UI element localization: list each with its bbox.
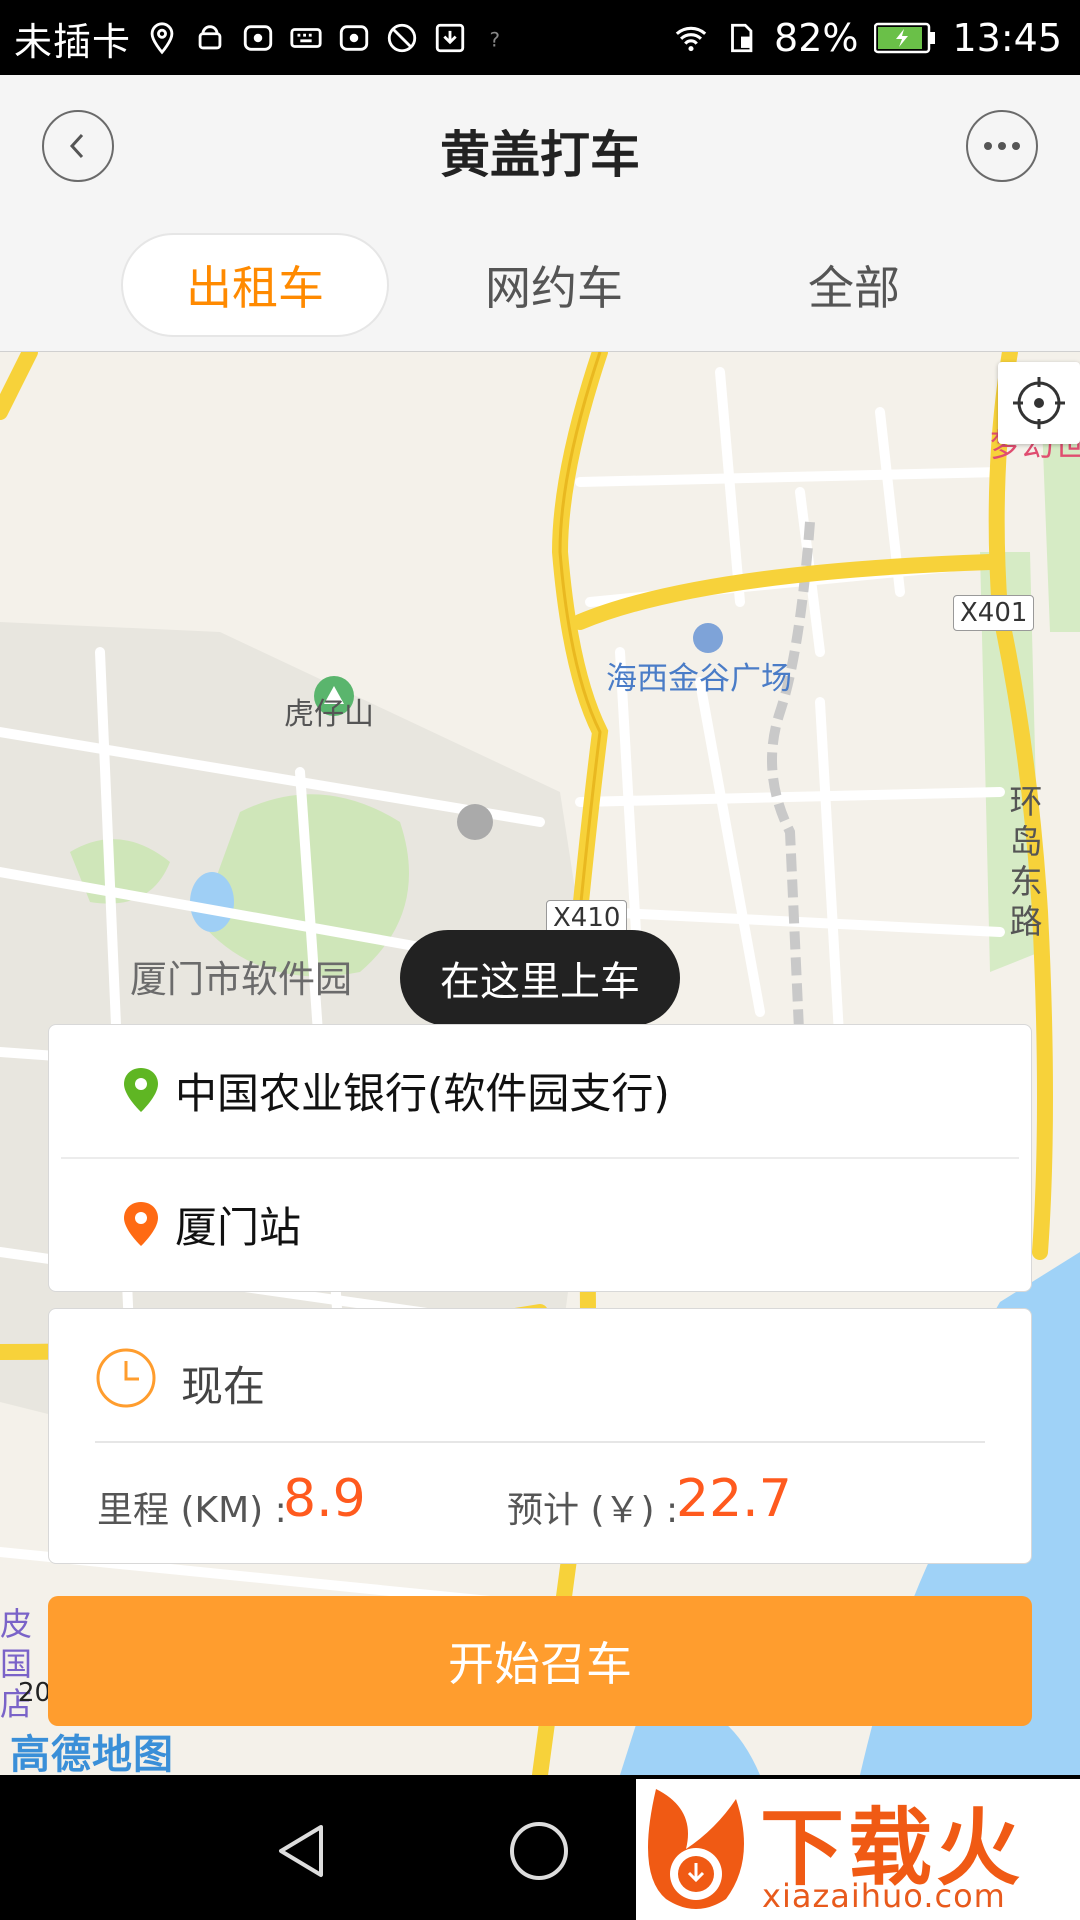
- system-nav-bar: 下载火 xiazaihuo.com: [0, 1775, 1080, 1920]
- pickup-here-bubble[interactable]: 在这里上车: [400, 930, 680, 1026]
- ride-type-tabs: 出租车 网约车 全部: [0, 219, 1080, 352]
- start-pin-icon: [124, 1068, 158, 1112]
- info-divider: [95, 1441, 985, 1443]
- location-icon: [145, 21, 179, 55]
- nav-home-button[interactable]: [499, 1811, 579, 1891]
- end-address-text: 厦门站: [175, 1202, 302, 1252]
- map-label-software-park: 厦门市软件园: [130, 958, 352, 1001]
- download-icon: [433, 21, 467, 55]
- distance-label: 里程 (KM) :: [97, 1490, 287, 1531]
- tab-all[interactable]: 全部: [720, 233, 988, 337]
- map-label-east-road: 环岛东路: [1009, 782, 1043, 941]
- locate-crosshair-icon: [1013, 377, 1065, 429]
- battery-icon: [874, 22, 936, 54]
- status-left: 未插卡 ?: [14, 12, 515, 64]
- tab-taxi[interactable]: 出租车: [121, 233, 389, 337]
- map-scale: 20: [18, 1678, 52, 1708]
- circle-home-icon: [510, 1822, 568, 1880]
- distance-value: 8.9: [283, 1469, 366, 1529]
- svg-text:?: ?: [490, 29, 501, 52]
- road-shield-x401: X401: [953, 595, 1035, 631]
- status-right: 82% 13:45: [674, 12, 1062, 64]
- carrier-text: 未插卡: [14, 19, 132, 64]
- page-title: 黄盖打车: [440, 126, 640, 184]
- fare-value: 22.7: [676, 1469, 792, 1529]
- wifi-question-icon: ?: [481, 21, 515, 55]
- triangle-back-icon: [279, 1825, 323, 1877]
- huawei-icon: [337, 21, 371, 55]
- sim-icon: [724, 21, 758, 55]
- keyboard-icon: [289, 21, 323, 55]
- huawei-icon: [241, 21, 275, 55]
- android-icon: [193, 21, 227, 55]
- start-address-row[interactable]: 中国农业银行(软件园支行): [49, 1025, 1031, 1155]
- watermark-url: xiazaihuo.com: [762, 1877, 1006, 1915]
- trip-info-card: 现在 里程 (KM) : 8.9 预计 (￥) : 22.7: [48, 1308, 1032, 1564]
- more-dots-icon: [984, 142, 1020, 150]
- map-provider-logo: 高德地图: [10, 1732, 174, 1775]
- fare-label: 预计 (￥) :: [507, 1490, 679, 1531]
- battery-percent: 82%: [774, 16, 859, 60]
- no-sim-icon: [385, 21, 419, 55]
- address-card: 中国农业银行(软件园支行) 厦门站: [48, 1024, 1032, 1292]
- locate-button[interactable]: [998, 362, 1080, 444]
- departure-time-row[interactable]: 现在: [49, 1309, 1031, 1441]
- status-bar: 未插卡 ? 82% 13:45: [0, 0, 1080, 75]
- wifi-icon: [674, 21, 708, 55]
- clock-icon: [96, 1348, 156, 1408]
- app-header: 黄盖打车: [0, 75, 1080, 219]
- clock-text: 13:45: [952, 16, 1062, 60]
- nav-back-button[interactable]: [261, 1811, 341, 1891]
- departure-time-text: 现在: [181, 1362, 266, 1411]
- end-pin-icon: [124, 1202, 158, 1246]
- watermark-overlay: 下载火 xiazaihuo.com: [636, 1779, 1080, 1920]
- map-label-park: 虎仔山: [284, 697, 374, 732]
- start-call-button[interactable]: 开始召车: [48, 1596, 1032, 1726]
- flame-logo-icon: [648, 1789, 744, 1909]
- map-label-plaza: 海西金谷广场: [606, 661, 792, 697]
- start-address-text: 中国农业银行(软件园支行): [175, 1068, 670, 1118]
- end-address-row[interactable]: 厦门站: [49, 1159, 1031, 1289]
- tab-ride-hailing[interactable]: 网约车: [420, 233, 688, 337]
- more-button[interactable]: [966, 110, 1038, 182]
